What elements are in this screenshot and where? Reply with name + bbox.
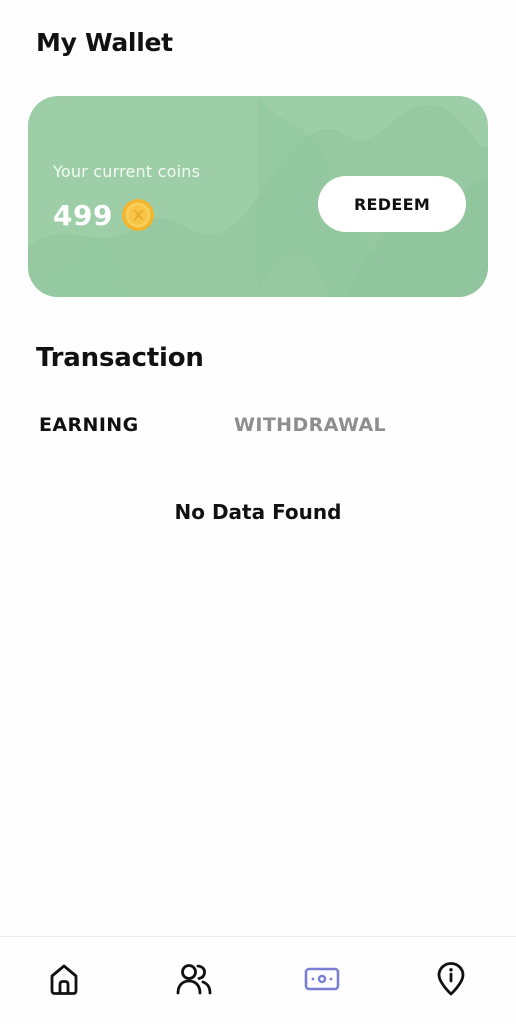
wallet-icon — [304, 967, 340, 991]
tab-earning[interactable]: EARNING — [39, 414, 139, 436]
coins-label: Your current coins — [53, 162, 201, 181]
nav-info[interactable] — [431, 959, 471, 999]
nav-users[interactable] — [174, 959, 214, 999]
coins-value: 499 — [53, 198, 113, 232]
nav-wallet[interactable] — [302, 959, 342, 999]
coins-row: 499 — [53, 198, 155, 232]
redeem-button[interactable]: REDEEM — [318, 176, 466, 232]
empty-state-message: No Data Found — [174, 500, 342, 524]
nav-home[interactable] — [44, 959, 84, 999]
home-icon — [50, 964, 78, 995]
page-title: My Wallet — [36, 28, 173, 57]
bottom-navigation — [0, 936, 516, 1024]
coin-icon — [121, 199, 154, 231]
wallet-card: Your current coins 499 REDEEM — [28, 96, 488, 297]
info-pin-icon — [437, 962, 465, 996]
transaction-section-title: Transaction — [36, 343, 204, 373]
users-icon — [176, 964, 212, 995]
tab-withdrawal[interactable]: WITHDRAWAL — [234, 414, 386, 436]
